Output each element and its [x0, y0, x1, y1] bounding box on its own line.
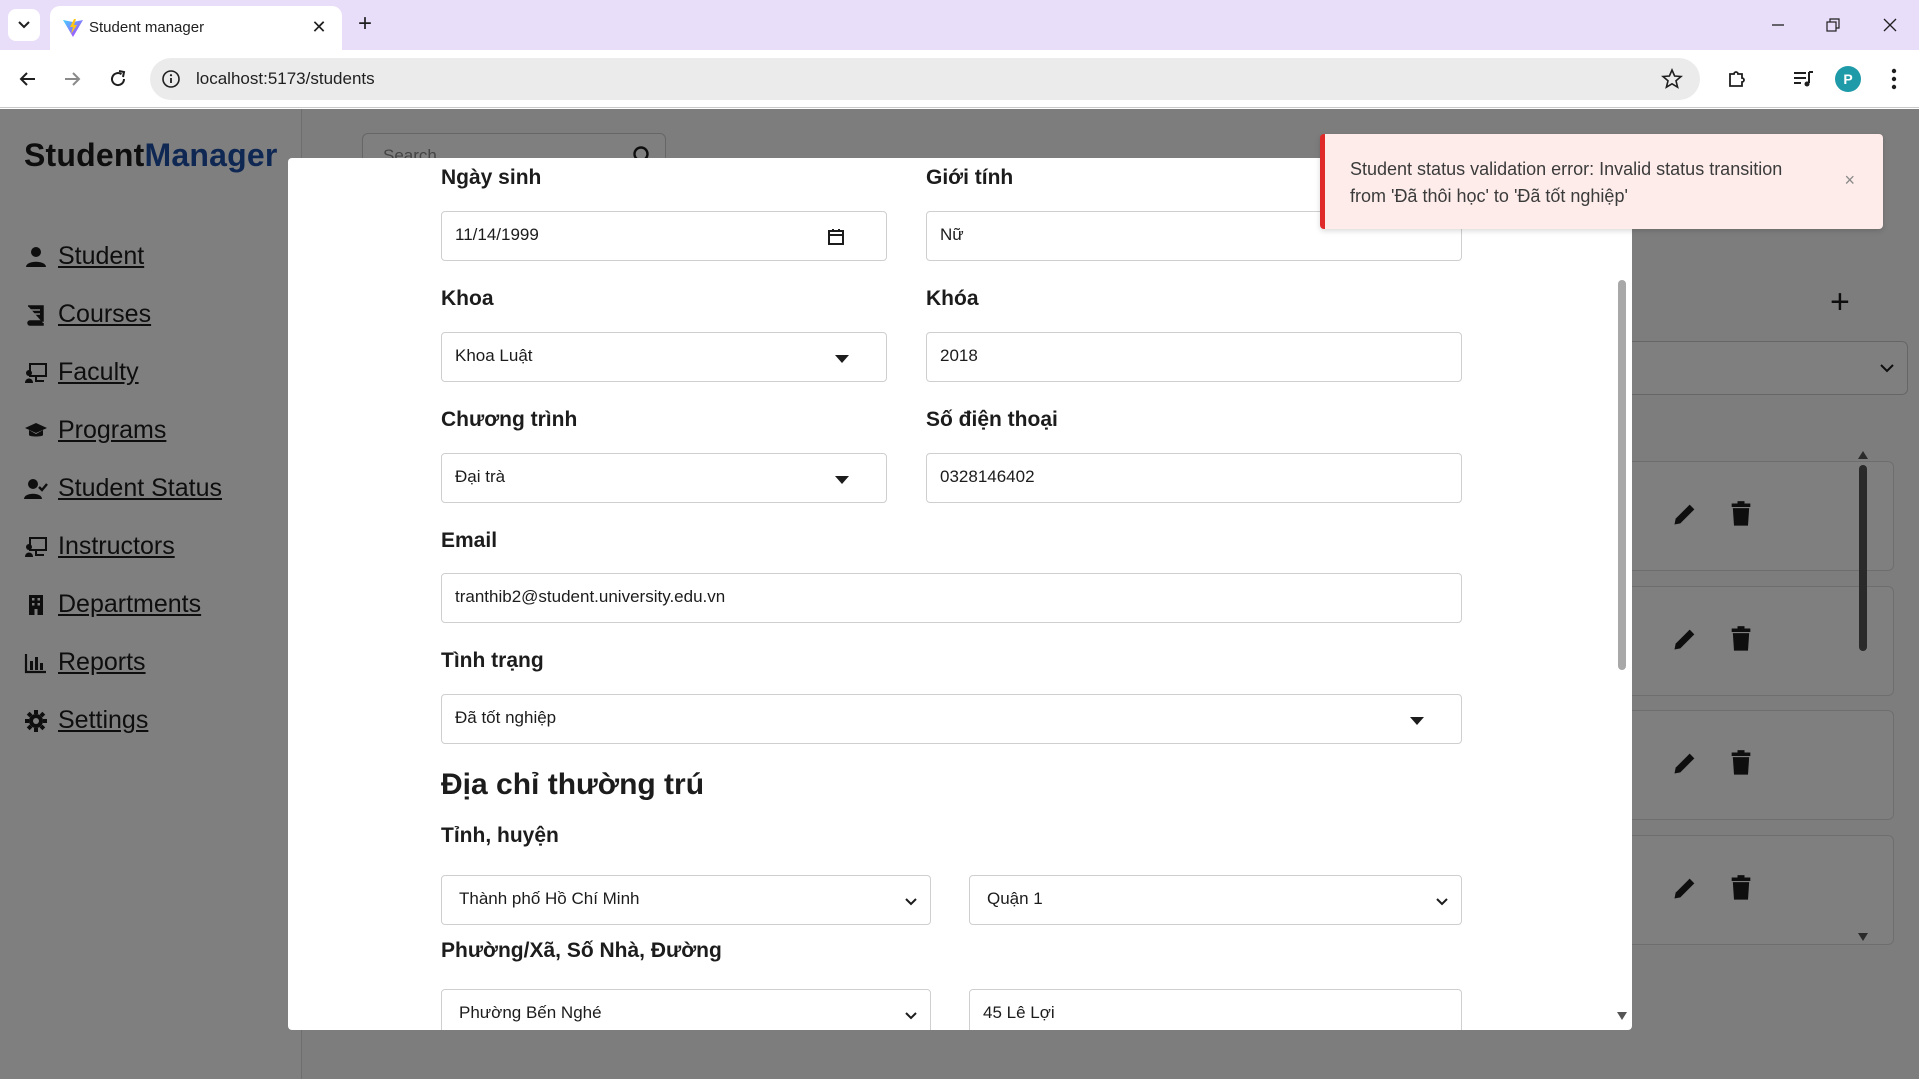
forward-button[interactable]	[56, 63, 88, 95]
address-section-title: Địa chỉ thường trú	[441, 768, 705, 801]
caret-down-icon	[835, 355, 849, 363]
close-icon	[1883, 18, 1897, 32]
minimize-icon	[1772, 24, 1784, 26]
minimize-button[interactable]	[1758, 10, 1798, 40]
faculty-value: Khoa Luật	[455, 346, 533, 365]
reload-button[interactable]	[102, 63, 134, 95]
street-input[interactable]: 45 Lê Lợi	[969, 989, 1462, 1030]
url-text: localhost:5173/students	[196, 69, 375, 88]
caret-down-icon	[1410, 717, 1424, 725]
reload-icon	[111, 70, 126, 87]
restore-icon	[1826, 18, 1840, 32]
province-value: Thành phố Hồ Chí Minh	[459, 889, 640, 908]
browser-tab-active[interactable]: Student manager ✕	[50, 6, 342, 50]
profile-avatar[interactable]: P	[1835, 66, 1861, 92]
status-label: Tình trạng	[441, 649, 544, 672]
media-controls-button[interactable]	[1790, 66, 1816, 92]
modal-scrollbar-thumb[interactable]	[1618, 280, 1626, 670]
ward-value: Phường Bến Nghé	[459, 1003, 602, 1022]
status-select[interactable]: Đã tốt nghiệp	[441, 694, 1462, 744]
browser-toolbar: localhost:5173/students	[0, 50, 1919, 108]
ward-select[interactable]: Phường Bến Nghé	[441, 989, 931, 1030]
toast-message: Student status validation error: Invalid…	[1350, 159, 1783, 206]
queue-music-icon	[1794, 71, 1813, 87]
status-value: Đã tốt nghiệp	[455, 708, 557, 727]
arrow-right-icon	[65, 72, 81, 86]
address-bar[interactable]: localhost:5173/students	[150, 58, 1700, 100]
ward-label: Phường/Xã, Số Nhà, Đường	[441, 939, 722, 962]
faculty-label: Khoa	[441, 287, 494, 310]
cohort-label: Khóa	[926, 287, 979, 310]
tab-title: Student manager	[89, 19, 205, 36]
calendar-icon[interactable]	[826, 227, 846, 247]
program-select[interactable]: Đại trà	[441, 453, 887, 503]
new-tab-button[interactable]: +	[350, 10, 380, 40]
phone-input[interactable]: 0328146402	[926, 453, 1462, 503]
chevron-down-icon	[905, 1012, 917, 1020]
cohort-value: 2018	[940, 346, 978, 365]
dob-input[interactable]: 11/14/1999	[441, 211, 887, 261]
toast-close-icon[interactable]: ×	[1844, 170, 1855, 191]
email-input[interactable]: tranthib2@student.university.edu.vn	[441, 573, 1462, 623]
faculty-select[interactable]: Khoa Luật	[441, 332, 887, 382]
phone-label: Số điện thoại	[926, 408, 1058, 431]
arrow-left-icon	[19, 72, 35, 86]
back-button[interactable]	[12, 63, 44, 95]
email-value: tranthib2@student.university.edu.vn	[455, 587, 726, 606]
district-value: Quận 1	[987, 889, 1043, 908]
gender-label: Giới tính	[926, 166, 1014, 189]
info-icon[interactable]	[160, 68, 182, 90]
program-value: Đại trà	[455, 467, 506, 486]
district-select[interactable]: Quận 1	[969, 875, 1462, 925]
browser-tabbar: Student manager ✕ +	[0, 0, 1919, 50]
program-label: Chương trình	[441, 408, 578, 431]
puzzle-icon	[1729, 71, 1745, 87]
province-label: Tỉnh, huyện	[441, 824, 559, 847]
tab-search-button[interactable]	[8, 9, 40, 41]
province-select[interactable]: Thành phố Hồ Chí Minh	[441, 875, 931, 925]
street-value: 45 Lê Lợi	[983, 1003, 1055, 1022]
chevron-down-icon	[18, 21, 30, 29]
tab-close-icon[interactable]: ✕	[308, 16, 330, 38]
chevron-down-icon	[1436, 898, 1448, 906]
star-icon[interactable]	[1660, 67, 1684, 91]
error-toast: Student status validation error: Invalid…	[1320, 134, 1883, 229]
dob-value: 11/14/1999	[455, 225, 539, 244]
restore-button[interactable]	[1813, 10, 1853, 40]
close-window-button[interactable]	[1870, 10, 1910, 40]
edit-student-modal: Ngày sinh 11/14/1999 Giới tính Nữ Khoa K…	[288, 158, 1632, 1030]
phone-value: 0328146402	[940, 467, 1035, 486]
caret-down-icon	[835, 476, 849, 484]
gender-value: Nữ	[940, 225, 964, 244]
chevron-down-icon	[905, 898, 917, 906]
extensions-button[interactable]	[1724, 66, 1750, 92]
email-label: Email	[441, 529, 498, 552]
cohort-input[interactable]: 2018	[926, 332, 1462, 382]
scroll-down-arrow-icon[interactable]	[1615, 1010, 1629, 1022]
dob-label: Ngày sinh	[441, 166, 542, 189]
more-vert-icon[interactable]	[1884, 66, 1904, 92]
vite-icon	[63, 19, 83, 37]
